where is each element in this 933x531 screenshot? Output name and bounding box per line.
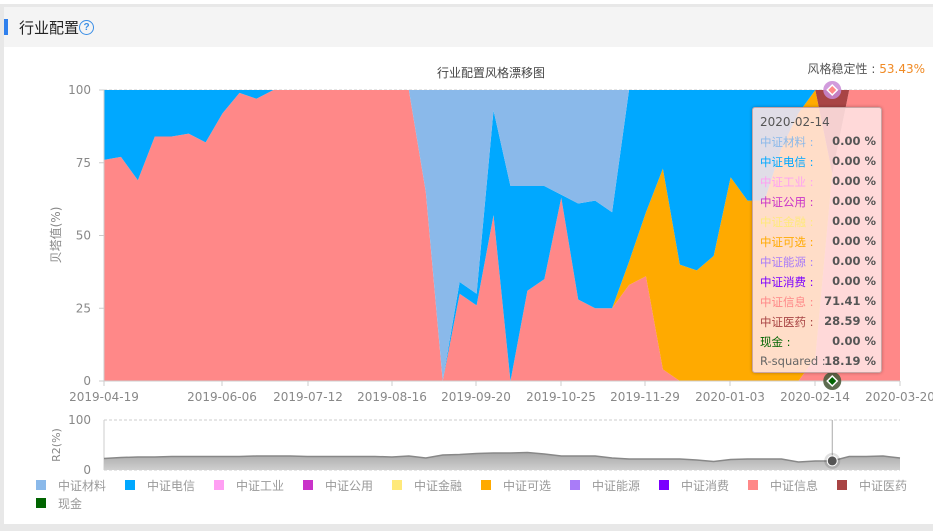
r2-axis-label: R2(%) xyxy=(50,428,63,462)
x-tick-label: 2019-10-25 xyxy=(526,390,596,404)
x-tick-label: 2020-03-20 xyxy=(865,390,933,404)
y-axis-label: 贝塔值(%) xyxy=(48,207,63,264)
tooltip-row-label: 中证信息 : xyxy=(760,295,814,309)
legend-label: 中证消费 xyxy=(681,479,730,493)
tooltip-row-label: 中证可选 : xyxy=(760,235,814,249)
tooltip-date: 2020-02-14 xyxy=(760,115,830,129)
tooltip-row-value: 0.00 % xyxy=(832,334,876,348)
r2-y-tick-label: 0 xyxy=(83,463,91,477)
x-tick-label: 2019-09-20 xyxy=(441,390,511,404)
style-stability: 风格稳定性 : 53.43% xyxy=(808,60,925,77)
legend-label: 中证信息 xyxy=(770,479,819,493)
tooltip-row-value: 0.00 % xyxy=(832,254,876,268)
x-tick-label: 2020-01-03 xyxy=(695,390,765,404)
legend-swatch xyxy=(481,480,491,490)
legend-swatch xyxy=(570,480,580,490)
y-tick-label: 0 xyxy=(83,374,91,388)
legend-swatch xyxy=(659,480,669,490)
tooltip-row-value: 0.00 % xyxy=(832,194,876,208)
r2-area xyxy=(104,452,900,470)
legend-swatch xyxy=(36,498,46,508)
tooltip-row-label: 现金 : xyxy=(760,335,791,349)
tooltip-row-label: 中证消费 : xyxy=(760,275,814,289)
tooltip-row-label: R-squared : xyxy=(760,354,826,368)
x-tick-label: 2019-11-29 xyxy=(610,390,680,404)
tooltip-row: 中证金融 : 0.00 % xyxy=(760,214,876,232)
legend-swatch xyxy=(214,480,224,490)
tooltip-row-label: 中证电信 : xyxy=(760,155,814,169)
tooltip-row: 中证电信 : 0.00 % xyxy=(760,154,876,172)
chart-tooltip: 2020-02-14 中证材料 :0.00 % 中证电信 :0.00 % 中证工业 … xyxy=(752,107,882,373)
y-tick-label: 75 xyxy=(76,156,91,170)
tooltip-row-value: 28.59 % xyxy=(824,314,876,328)
legend-label: 中证电信 xyxy=(147,479,196,493)
tooltip-row: 中证能源 : 0.00 % xyxy=(760,254,876,272)
tooltip-row-label: 中证材料 : xyxy=(760,135,814,149)
tooltip-row-label: 中证医药 : xyxy=(760,315,814,329)
tooltip-row-value: 0.00 % xyxy=(832,134,876,148)
tooltip-row: 现金 : 0.00 % xyxy=(760,334,876,352)
tooltip-row: 中证公用 : 0.00 % xyxy=(760,194,876,212)
r2-marker[interactable] xyxy=(826,455,838,467)
legend-swatch xyxy=(303,480,313,490)
legend-swatch xyxy=(392,480,402,490)
legend-label: 中证医药 xyxy=(859,479,908,493)
r2-y-tick-label: 100 xyxy=(68,413,91,427)
style-stability-label: 风格稳定性 : xyxy=(807,62,880,76)
legend-swatch xyxy=(36,480,46,490)
tooltip-row-value: 0.00 % xyxy=(832,234,876,248)
legend-label: 现金 xyxy=(58,497,83,511)
tooltip-row-value: 0.00 % xyxy=(832,214,876,228)
tooltip-row: R-squared :18.19 % xyxy=(760,354,876,372)
legend-label: 中证能源 xyxy=(592,479,641,493)
tooltip-row-label: 中证公用 : xyxy=(760,195,814,209)
x-tick-label: 2019-06-06 xyxy=(187,390,257,404)
tooltip-row-value: 0.00 % xyxy=(832,174,876,188)
legend-swatch xyxy=(837,480,847,490)
x-tick-label: 2020-02-14 xyxy=(780,390,850,404)
chart-title: 行业配置风格漂移图 xyxy=(437,65,545,80)
tooltip-row: 中证可选 : 0.00 % xyxy=(760,234,876,252)
tooltip-row-value: 0.00 % xyxy=(832,154,876,168)
y-tick-label: 25 xyxy=(76,301,91,315)
tooltip-row: 中证消费 : 0.00 % xyxy=(760,274,876,292)
x-tick-label: 2019-07-12 xyxy=(273,390,343,404)
tooltip-row-label: 中证金融 : xyxy=(760,215,814,229)
y-tick-label: 50 xyxy=(76,229,91,243)
tooltip-row-value: 71.41 % xyxy=(824,294,876,308)
legend-swatch xyxy=(748,480,758,490)
legend-swatch xyxy=(125,480,135,490)
style-stability-value: 53.43% xyxy=(879,62,925,76)
y-tick-label: 100 xyxy=(68,83,91,97)
legend-label: 中证公用 xyxy=(325,479,374,493)
tooltip-row: 中证医药 : 28.59 % xyxy=(760,314,876,332)
tooltip-row-value: 0.00 % xyxy=(832,274,876,288)
tooltip-row-label: 中证能源 : xyxy=(760,255,814,269)
tooltip-row-value: 18.19 % xyxy=(824,354,876,368)
tooltip-row: 中证信息 : 71.41 % xyxy=(760,294,876,312)
legend-label: 中证可选 xyxy=(503,479,552,493)
legend-label: 中证工业 xyxy=(236,479,285,493)
tooltip-row-label: 中证工业 : xyxy=(760,175,814,189)
tooltip-row: 中证工业 : 0.00 % xyxy=(760,174,876,192)
x-tick-label: 2019-04-19 xyxy=(69,390,139,404)
x-tick-label: 2019-08-16 xyxy=(357,390,427,404)
legend-label: 中证金融 xyxy=(414,479,463,493)
legend-label: 中证材料 xyxy=(58,479,107,493)
tooltip-row: 中证材料 : 0.00 % xyxy=(760,134,876,152)
